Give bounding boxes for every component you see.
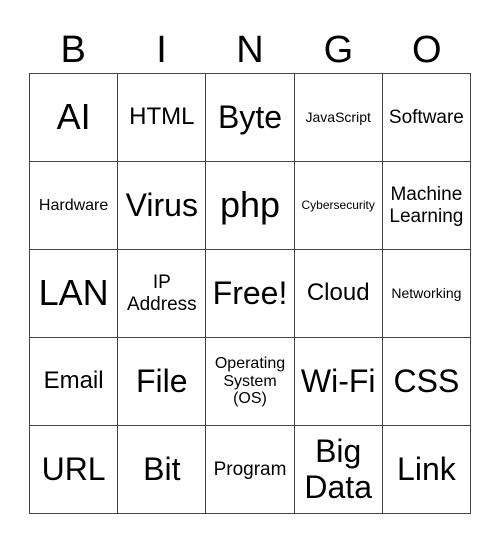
bingo-cell[interactable]: URL xyxy=(30,426,119,514)
free-space-cell[interactable]: Free! xyxy=(206,250,295,338)
header-letter-o: O xyxy=(411,29,442,71)
bingo-cell[interactable]: Networking xyxy=(382,250,471,338)
bingo-cell[interactable]: Program xyxy=(206,426,295,514)
bingo-cell[interactable]: Byte xyxy=(206,74,295,162)
bingo-cell[interactable]: IP Address xyxy=(118,250,207,338)
bingo-cell[interactable]: Cybersecurity xyxy=(294,162,383,250)
header-letter-g: G xyxy=(323,29,354,71)
bingo-cell[interactable]: Virus xyxy=(118,162,207,250)
bingo-cell[interactable]: CSS xyxy=(382,338,471,426)
bingo-cell[interactable]: php xyxy=(206,162,295,250)
bingo-cell[interactable]: Cloud xyxy=(294,250,383,338)
header-letter-b: B xyxy=(60,29,86,71)
bingo-cell[interactable]: Operating System (OS) xyxy=(206,338,295,426)
bingo-cell[interactable]: Big Data xyxy=(294,426,383,514)
bingo-cell[interactable]: Email xyxy=(30,338,119,426)
bingo-cell[interactable]: Hardware xyxy=(30,162,119,250)
bingo-cell[interactable]: Link xyxy=(382,426,471,514)
bingo-cell[interactable]: HTML xyxy=(118,74,207,162)
bingo-header: B I N G O xyxy=(29,28,471,73)
bingo-cell[interactable]: Machine Learning xyxy=(382,162,471,250)
bingo-cell[interactable]: Bit xyxy=(118,426,207,514)
bingo-cell[interactable]: File xyxy=(118,338,207,426)
bingo-cell[interactable]: JavaScript xyxy=(294,74,383,162)
bingo-cell[interactable]: Software xyxy=(382,74,471,162)
bingo-cell[interactable]: AI xyxy=(30,74,119,162)
bingo-grid: AI HTML Byte JavaScript Software Hardwar… xyxy=(29,73,471,514)
header-letter-i: I xyxy=(156,29,167,71)
bingo-cell[interactable]: LAN xyxy=(30,250,119,338)
bingo-cell[interactable]: Wi-Fi xyxy=(294,338,383,426)
header-letter-n: N xyxy=(236,29,264,71)
